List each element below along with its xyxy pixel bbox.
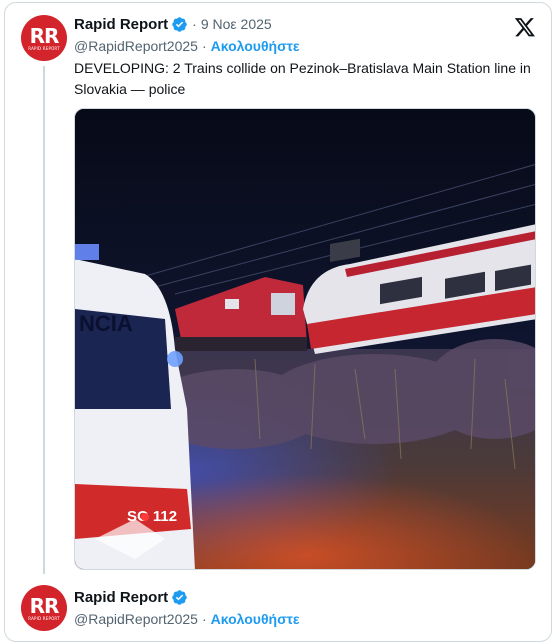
author-avatar[interactable]: RR RAPID REPORT [21, 15, 67, 61]
avatar-subtext: RAPID REPORT [28, 615, 60, 621]
follow-button[interactable]: Ακολουθήστε [211, 38, 300, 54]
tweet-header: Rapid Report @RapidReport2025 · Ακολουθή… [74, 587, 300, 629]
x-logo-icon[interactable] [514, 16, 536, 38]
verified-badge-icon [172, 16, 187, 32]
author-handle[interactable]: @RapidReport2025 [74, 38, 198, 54]
handle-separator: · [201, 611, 207, 627]
ambulance-lettering: NCIA [79, 311, 133, 336]
author-avatar[interactable]: RR RAPID REPORT [21, 585, 67, 631]
follow-button[interactable]: Ακολουθήστε [211, 611, 300, 627]
tweet-date[interactable]: 9 Νοε 2025 [201, 16, 272, 32]
date-separator: · [192, 16, 197, 32]
tweet-text: DEVELOPING: 2 Trains collide on Pezinok–… [74, 60, 531, 97]
avatar-subtext: RAPID REPORT [28, 45, 60, 51]
author-handle[interactable]: @RapidReport2025 [74, 611, 198, 627]
ambulance-plate: SO 112 [127, 508, 177, 525]
author-name[interactable]: Rapid Report [74, 589, 168, 606]
tweet-header: Rapid Report · 9 Νοε 2025 @RapidReport20… [74, 14, 300, 56]
avatar-monogram: RR [29, 23, 60, 48]
avatar-monogram: RR [29, 593, 60, 618]
handle-separator: · [201, 38, 207, 54]
thread-connector-line [43, 66, 45, 574]
author-name[interactable]: Rapid Report [74, 16, 168, 33]
verified-badge-icon [172, 589, 187, 605]
tweet-photo[interactable]: NCIA SO 112 [74, 108, 536, 570]
